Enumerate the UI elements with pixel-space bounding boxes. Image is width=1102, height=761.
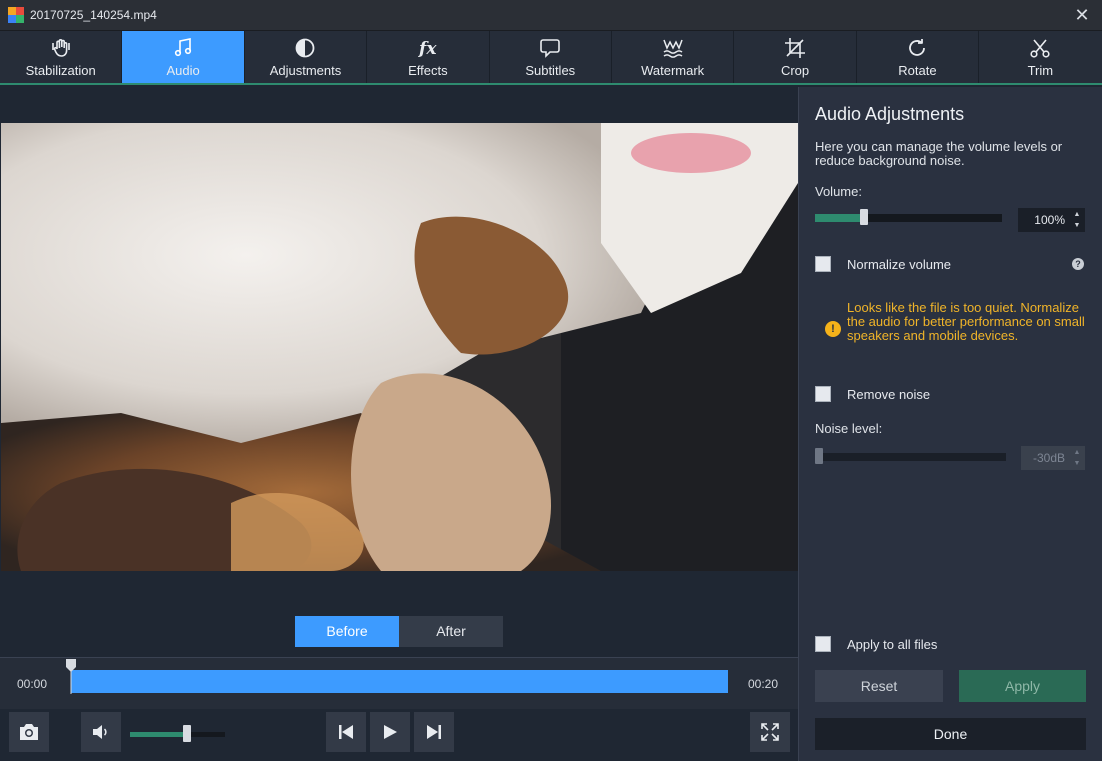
tab-trim[interactable]: Trim — [979, 31, 1101, 83]
svg-text:fx: fx — [418, 39, 437, 59]
help-icon[interactable]: ? — [1072, 258, 1084, 270]
rotate-icon — [909, 39, 926, 56]
after-button[interactable]: After — [399, 616, 503, 647]
player-volume-thumb[interactable] — [183, 725, 191, 742]
tab-label: Watermark — [641, 63, 705, 78]
timeline-track[interactable] — [71, 670, 728, 693]
noise-track — [815, 453, 1006, 461]
speech-bubble-icon — [540, 39, 561, 58]
tab-label: Stabilization — [25, 63, 96, 78]
snapshot-button[interactable] — [9, 712, 49, 752]
playhead-handle[interactable] — [65, 658, 77, 694]
total-duration: 00:20 — [748, 677, 779, 691]
noise-spin-arrows[interactable]: ▲ ▼ — [1072, 448, 1082, 468]
spin-up-icon[interactable]: ▲ — [1074, 448, 1081, 457]
tab-audio[interactable]: Audio — [122, 31, 245, 83]
tool-tabs: Stabilization Audio Adjustments fx Effec… — [0, 31, 1102, 85]
watermark-icon — [662, 39, 683, 58]
apply-all-checkbox-box[interactable] — [815, 636, 831, 652]
current-time: 00:00 — [17, 677, 48, 691]
spin-down-icon[interactable]: ▼ — [1074, 221, 1081, 230]
video-frame-image — [1, 123, 798, 571]
player-controls — [0, 709, 798, 761]
volume-slider[interactable] — [815, 209, 1002, 225]
spin-down-icon[interactable]: ▼ — [1074, 459, 1081, 468]
tab-label: Trim — [1027, 63, 1054, 78]
volume-fill — [815, 214, 864, 222]
mute-button[interactable] — [81, 712, 121, 752]
volume-value: 100% — [1034, 213, 1065, 227]
before-after-toggle: Before After — [295, 616, 503, 647]
title-bar: 20170725_140254.mp4 ✕ — [0, 0, 1102, 31]
tab-label: Crop — [780, 63, 810, 78]
previous-button[interactable] — [326, 712, 366, 752]
noise-spinbox[interactable]: -30dB ▲ ▼ — [1021, 446, 1085, 470]
warning-icon: ! — [825, 321, 841, 337]
volume-spin-arrows[interactable]: ▲ ▼ — [1072, 210, 1082, 230]
window-title: 20170725_140254.mp4 — [30, 8, 157, 22]
apply-button[interactable]: Apply — [959, 670, 1086, 702]
skip-previous-icon — [339, 725, 353, 739]
skip-next-icon — [427, 725, 441, 739]
tab-label: Effects — [408, 63, 448, 78]
before-button[interactable]: Before — [295, 616, 399, 647]
noise-level-label: Noise level: — [815, 421, 883, 436]
play-button[interactable] — [370, 712, 410, 752]
volume-spinbox[interactable]: 100% ▲ ▼ — [1018, 208, 1085, 232]
remove-noise-checkbox[interactable]: Remove noise — [815, 386, 930, 402]
camera-icon — [20, 724, 38, 740]
spin-up-icon[interactable]: ▲ — [1074, 210, 1081, 219]
speaker-icon — [93, 725, 107, 739]
next-button[interactable] — [414, 712, 454, 752]
timeline: 00:00 00:20 — [0, 657, 798, 709]
volume-label: Volume: — [815, 184, 862, 199]
fullscreen-button[interactable] — [750, 712, 790, 752]
fullscreen-icon — [761, 723, 779, 741]
play-icon — [384, 725, 397, 739]
tab-label: Adjustments — [269, 63, 342, 78]
video-preview — [1, 123, 798, 571]
reset-button[interactable]: Reset — [815, 670, 943, 702]
panel-description: Here you can manage the volume levels or… — [815, 139, 1063, 168]
tab-crop[interactable]: Crop — [734, 31, 857, 83]
tab-adjustments[interactable]: Adjustments — [245, 31, 368, 83]
tab-rotate[interactable]: Rotate — [857, 31, 980, 83]
noise-value: -30dB — [1032, 451, 1065, 465]
tab-watermark[interactable]: Watermark — [612, 31, 735, 83]
panel-title: Audio Adjustments — [815, 104, 965, 124]
done-button[interactable]: Done — [815, 718, 1086, 750]
music-note-icon — [174, 38, 192, 57]
contrast-icon — [296, 38, 315, 58]
tab-subtitles[interactable]: Subtitles — [490, 31, 612, 83]
player-volume-slider[interactable] — [130, 725, 225, 742]
volume-thumb[interactable] — [860, 209, 868, 225]
noise-level-slider[interactable] — [815, 448, 1006, 464]
preview-area: Before After — [0, 87, 798, 657]
apply-to-all-checkbox[interactable]: Apply to all files — [815, 636, 937, 652]
close-button[interactable]: ✕ — [1070, 4, 1094, 26]
tab-label: Rotate — [898, 63, 937, 78]
scissors-icon — [1030, 39, 1050, 58]
close-icon[interactable]: ✕ — [1074, 5, 1089, 25]
remove-noise-label: Remove noise — [847, 386, 931, 402]
normalize-volume-checkbox[interactable]: Normalize volume — [815, 256, 951, 272]
fx-icon: fx — [418, 39, 437, 59]
noise-thumb[interactable] — [815, 448, 823, 464]
normalize-checkbox-box[interactable] — [815, 256, 831, 272]
tab-label: Audio — [166, 63, 200, 78]
tab-label: Subtitles — [525, 63, 576, 78]
apply-all-label: Apply to all files — [847, 636, 938, 652]
player-volume-fill — [130, 732, 187, 737]
normalize-label: Normalize volume — [847, 256, 952, 272]
tab-stabilization[interactable]: Stabilization — [0, 31, 123, 83]
warning-message: Looks like the file is too quiet. Normal… — [847, 300, 1085, 343]
stabilization-hand-icon — [51, 39, 70, 57]
tab-effects[interactable]: fx Effects — [367, 31, 490, 83]
remove-noise-checkbox-box[interactable] — [815, 386, 831, 402]
audio-settings-panel: Audio Adjustments Here you can manage th… — [798, 87, 1102, 761]
app-logo-icon — [8, 7, 24, 23]
crop-icon — [785, 38, 806, 58]
